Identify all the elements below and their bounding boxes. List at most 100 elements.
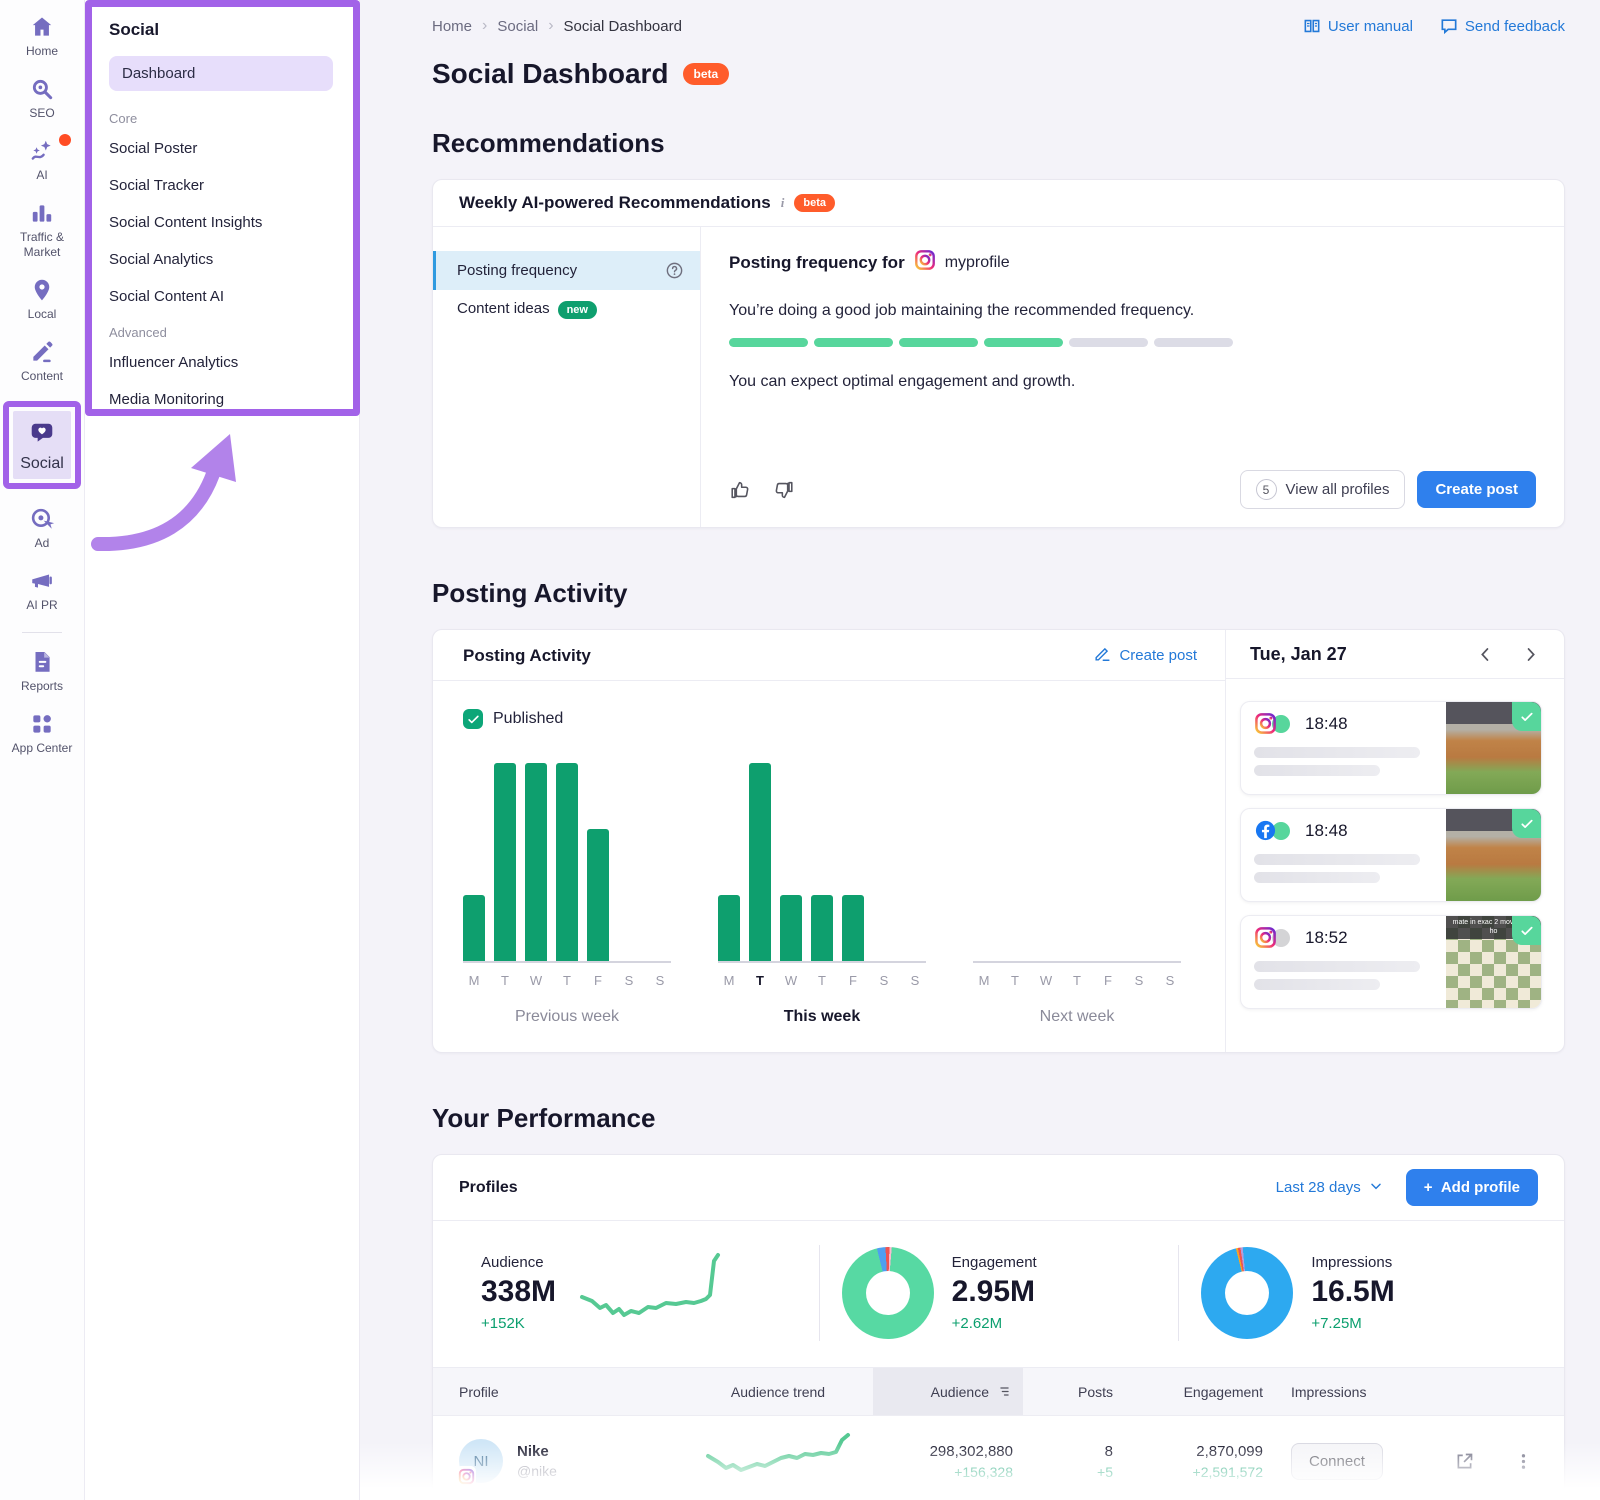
breadcrumb-separator: ›: [482, 17, 487, 35]
post-time: 18:52: [1305, 928, 1348, 948]
posting-bar-chart: MTWTFSSPrevious weekMTWTFSSThis weekMTWT…: [463, 763, 1225, 1026]
sidebar-item-media-monitoring[interactable]: Media Monitoring: [109, 391, 333, 408]
sidebar-item-ai[interactable]: AI: [3, 138, 81, 183]
day-label: S: [1159, 973, 1181, 988]
profiles-card: Profiles Last 28 days + Add profile Audi…: [432, 1154, 1565, 1500]
bar[interactable]: [525, 763, 547, 961]
date-range-select[interactable]: Last 28 days: [1276, 1178, 1384, 1198]
rail-item-label: Traffic & Market: [3, 230, 81, 260]
bar[interactable]: [749, 763, 771, 961]
ad-icon: [29, 506, 55, 532]
view-all-profiles-button[interactable]: 5 View all profiles: [1240, 470, 1406, 509]
day-label: F: [587, 973, 609, 988]
pencil-icon: [1093, 644, 1112, 667]
frequency-progress: [729, 338, 1536, 347]
help-icon[interactable]: [665, 261, 684, 280]
sidebar-item-ad[interactable]: Ad: [3, 506, 81, 551]
content-icon: [29, 339, 55, 365]
published-check-badge: [1512, 916, 1541, 945]
sidebar-item-local[interactable]: Local: [3, 277, 81, 322]
thumbs-up-icon[interactable]: [729, 479, 751, 501]
user-manual-link[interactable]: User manual: [1302, 16, 1413, 36]
chevron-left-icon[interactable]: [1476, 645, 1495, 664]
day-label: S: [1128, 973, 1150, 988]
thumbs-down-icon[interactable]: [773, 479, 795, 501]
breadcrumb-item[interactable]: Home: [432, 18, 472, 35]
chart-baseline: [463, 961, 671, 963]
rail-item-label: AI PR: [26, 598, 57, 613]
breadcrumb-item[interactable]: Social: [497, 18, 538, 35]
sidebar-item-reports[interactable]: Reports: [3, 649, 81, 694]
posts-cell: 8+5: [1023, 1429, 1113, 1494]
profile-cell[interactable]: NI Nike @nike: [433, 1425, 683, 1497]
sidebar-item-social-analytics[interactable]: Social Analytics: [109, 251, 333, 268]
posting-activity-card: Posting Activity Create post Published M…: [432, 629, 1565, 1053]
sidebar-item-seo[interactable]: SEO: [3, 76, 81, 121]
rail-item-label: SEO: [29, 106, 54, 121]
chevron-right-icon[interactable]: [1521, 645, 1540, 664]
posting-activity-card-title: Posting Activity: [463, 646, 591, 666]
your-performance-heading: Your Performance: [432, 1103, 1565, 1134]
week-label: This week: [718, 1008, 926, 1026]
sidebar-item-home[interactable]: Home: [3, 14, 81, 59]
bar[interactable]: [780, 895, 802, 961]
column-header-audience-trend[interactable]: Audience trend: [683, 1369, 873, 1415]
progress-segment: [729, 338, 808, 347]
sidebar-item-social-content-ai[interactable]: Social Content AI: [109, 288, 333, 305]
rail-item-label: Ad: [35, 536, 50, 551]
send-feedback-link[interactable]: Send feedback: [1439, 16, 1565, 36]
info-icon[interactable]: i: [781, 195, 785, 211]
instagram-icon: [914, 249, 936, 276]
column-header-profile[interactable]: Profile: [433, 1369, 683, 1415]
tab-content-ideas[interactable]: Content ideasnew: [433, 290, 700, 327]
scheduled-post-card[interactable]: 18:48: [1240, 701, 1542, 795]
blurred-text: [1254, 854, 1420, 865]
breadcrumb-item: Social Dashboard: [564, 18, 682, 35]
sidebar-item-social-tracker[interactable]: Social Tracker: [109, 177, 333, 194]
sidebar-item-social[interactable]: Social: [13, 411, 71, 479]
scheduled-post-card[interactable]: 18:52 mate in exac 2 moves, but ho: [1240, 915, 1542, 1009]
social-side-panel: Social Dashboard CoreSocial PosterSocial…: [85, 0, 360, 1500]
add-profile-button[interactable]: + Add profile: [1406, 1169, 1538, 1206]
sidebar-item-aipr[interactable]: AI PR: [3, 568, 81, 613]
post-time: 18:48: [1305, 714, 1348, 734]
impressions-donut: [1201, 1247, 1293, 1339]
column-header-actions: [1413, 1377, 1564, 1407]
profiles-card-title: Profiles: [459, 1179, 518, 1197]
sidebar-item-traffic[interactable]: Traffic & Market: [3, 200, 81, 260]
bar[interactable]: [556, 763, 578, 961]
bar[interactable]: [811, 895, 833, 961]
scheduled-post-card[interactable]: 18:48: [1240, 808, 1542, 902]
tab-posting-frequency[interactable]: Posting frequency: [433, 251, 700, 290]
aipr-icon: [29, 568, 55, 594]
blurred-text: [1254, 765, 1380, 776]
bar[interactable]: [587, 829, 609, 961]
sidebar-item-dashboard[interactable]: Dashboard: [109, 56, 333, 91]
column-header-engagement[interactable]: Engagement: [1113, 1369, 1263, 1415]
create-post-button[interactable]: Create post: [1417, 471, 1536, 508]
sidebar-item-social-content-insights[interactable]: Social Content Insights: [109, 214, 333, 231]
sidebar-item-appcenter[interactable]: App Center: [3, 711, 81, 756]
column-header-posts[interactable]: Posts: [1023, 1369, 1113, 1415]
bar[interactable]: [842, 895, 864, 961]
external-link-icon[interactable]: [1454, 1451, 1475, 1472]
kebab-menu-icon[interactable]: [1513, 1451, 1534, 1472]
bar[interactable]: [463, 895, 485, 961]
rec-line-2: You can expect optimal engagement and gr…: [729, 373, 1536, 391]
published-checkbox[interactable]: Published: [463, 709, 1225, 729]
sidebar-item-content[interactable]: Content: [3, 339, 81, 384]
panel-section-label: Core: [109, 111, 333, 126]
audience-trend-sparkline: [683, 1416, 873, 1500]
posting-activity-heading: Posting Activity: [432, 578, 1565, 609]
sidebar-item-social-poster[interactable]: Social Poster: [109, 140, 333, 157]
bar[interactable]: [718, 895, 740, 961]
kpi-impressions: Impressions 16.5M +7.25M: [1178, 1245, 1538, 1341]
connect-button[interactable]: Connect: [1291, 1443, 1383, 1480]
column-header-audience[interactable]: Audience: [873, 1368, 1023, 1415]
breadcrumb-separator: ›: [548, 17, 553, 35]
column-header-impressions[interactable]: Impressions: [1263, 1369, 1413, 1415]
bar[interactable]: [494, 763, 516, 961]
sidebar-item-influencer-analytics[interactable]: Influencer Analytics: [109, 354, 333, 371]
create-post-link[interactable]: Create post: [1093, 644, 1197, 667]
chart-group-previous-week: MTWTFSSPrevious week: [463, 763, 671, 1026]
